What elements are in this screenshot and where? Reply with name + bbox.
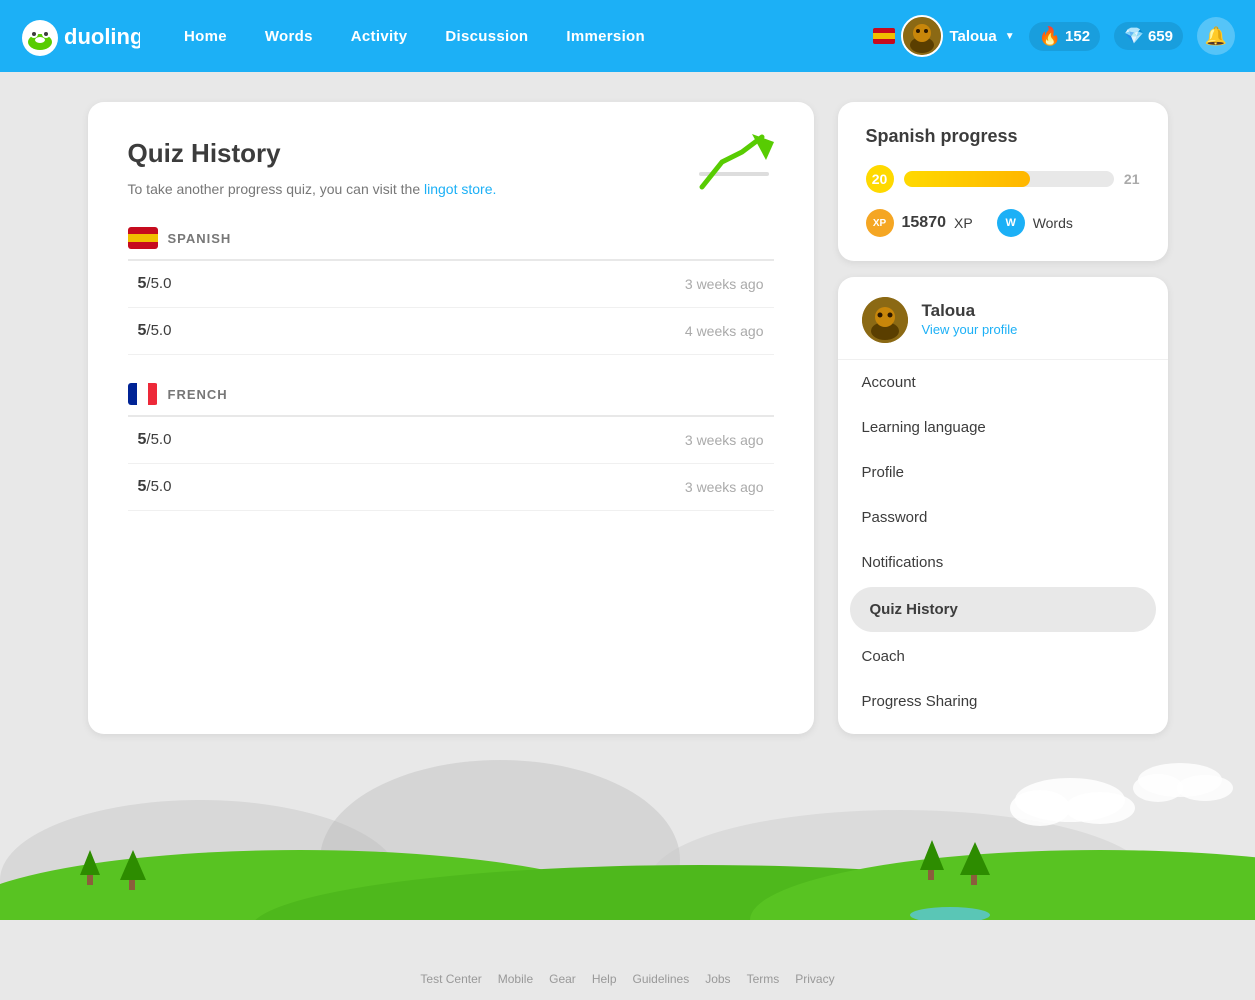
streak-count: 152 [1065,28,1090,45]
footer-mobile[interactable]: Mobile [498,972,533,986]
chart-icon [694,132,774,216]
view-profile-link[interactable]: View your profile [922,322,1018,337]
nav-words[interactable]: Words [251,20,327,53]
gems-badge[interactable]: 💎 659 [1114,22,1183,50]
menu-item-progress-sharing[interactable]: Progress Sharing [838,679,1168,724]
score-value: 5/5.0 [138,431,172,449]
username-display: Taloua [949,28,996,45]
fire-icon: 🔥 [1039,26,1061,47]
footer-guidelines[interactable]: Guidelines [633,972,690,986]
navbar: duolingo Home Words Activity Discussion … [0,0,1255,72]
menu-item-quiz-history[interactable]: Quiz History [850,587,1156,632]
quiz-history-subtitle: To take another progress quiz, you can v… [128,181,774,197]
gems-count: 659 [1148,28,1173,45]
progress-card: Spanish progress 20 21 XP 15870 XP W Wor… [838,102,1168,261]
menu-item-profile[interactable]: Profile [838,450,1168,495]
footer-help[interactable]: Help [592,972,617,986]
user-avatar [901,15,943,57]
menu-item-account[interactable]: Account [838,360,1168,405]
user-language-flag [873,28,895,44]
footer-privacy[interactable]: Privacy [795,972,834,986]
svg-text:duolingo: duolingo [64,24,140,49]
nav-immersion[interactable]: Immersion [552,20,659,53]
notifications-button[interactable]: 🔔 [1197,17,1235,55]
menu-item-coach[interactable]: Coach [838,634,1168,679]
score-value: 5/5.0 [138,478,172,496]
xp-icon: XP [866,209,894,237]
progress-stats: XP 15870 XP W Words [866,209,1140,237]
main-content: Quiz History To take another progress qu… [28,72,1228,764]
next-level-label: 21 [1124,171,1140,187]
quiz-history-card: Quiz History To take another progress qu… [88,102,814,734]
score-time: 3 weeks ago [685,276,764,292]
menu-item-learning-language[interactable]: Learning language [838,405,1168,450]
nav-activity[interactable]: Activity [337,20,422,53]
progress-bar-track [904,171,1114,187]
footer-gear[interactable]: Gear [549,972,576,986]
progress-title: Spanish progress [866,126,1140,147]
score-value: 5/5.0 [138,322,172,340]
current-level-badge: 20 [866,165,894,193]
score-time: 4 weeks ago [685,323,764,339]
footer-terms[interactable]: Terms [747,972,780,986]
navbar-right: Taloua ▼ 🔥 152 💎 659 🔔 [873,15,1235,57]
lingot-store-link[interactable]: lingot store. [424,181,496,197]
score-value: 5/5.0 [138,275,172,293]
progress-bar-fill [904,171,1030,187]
nav-links: Home Words Activity Discussion Immersion [170,20,873,53]
profile-menu-card: Taloua View your profile Account Learnin… [838,277,1168,734]
spanish-header: SPANISH [128,227,774,261]
score-time: 3 weeks ago [685,479,764,495]
footer-test-center[interactable]: Test Center [420,972,481,986]
table-row: 5/5.0 3 weeks ago [128,464,774,511]
user-menu-trigger[interactable]: Taloua ▼ [873,15,1014,57]
menu-item-notifications[interactable]: Notifications [838,540,1168,585]
xp-value: 15870 [902,214,947,232]
logo[interactable]: duolingo [20,16,140,56]
footer-jobs[interactable]: Jobs [705,972,730,986]
spanish-flag [128,227,158,249]
footer: Test Center Mobile Gear Help Guidelines … [0,964,1255,1000]
profile-username: Taloua [922,301,1018,321]
french-label: FRENCH [168,387,228,402]
sidebar: Spanish progress 20 21 XP 15870 XP W Wor… [838,102,1168,734]
words-label: Words [1033,215,1073,231]
menu-item-password[interactable]: Password [838,495,1168,540]
gem-icon: 💎 [1124,26,1144,46]
xp-stat: XP 15870 XP [866,209,973,237]
nav-home[interactable]: Home [170,20,241,53]
table-row: 5/5.0 3 weeks ago [128,261,774,308]
french-flag [128,383,158,405]
profile-header: Taloua View your profile [838,297,1168,360]
table-row: 5/5.0 3 weeks ago [128,417,774,464]
quiz-history-title: Quiz History [128,138,774,169]
table-row: 5/5.0 4 weeks ago [128,308,774,355]
profile-avatar [862,297,908,343]
words-stat: W Words [997,209,1073,237]
xp-label: XP [954,215,973,231]
french-header: FRENCH [128,383,774,417]
footer-links: Test Center Mobile Gear Help Guidelines … [0,972,1255,986]
progress-bar-row: 20 21 [866,165,1140,193]
spanish-section: SPANISH 5/5.0 3 weeks ago 5/5.0 4 weeks … [128,227,774,355]
chevron-down-icon: ▼ [1005,31,1015,42]
bell-icon: 🔔 [1205,26,1227,47]
french-section: FRENCH 5/5.0 3 weeks ago 5/5.0 3 weeks a… [128,383,774,511]
spanish-label: SPANISH [168,231,232,246]
streak-badge[interactable]: 🔥 152 [1029,22,1100,51]
profile-info: Taloua View your profile [922,301,1018,339]
nav-discussion[interactable]: Discussion [431,20,542,53]
words-icon: W [997,209,1025,237]
score-time: 3 weeks ago [685,432,764,448]
